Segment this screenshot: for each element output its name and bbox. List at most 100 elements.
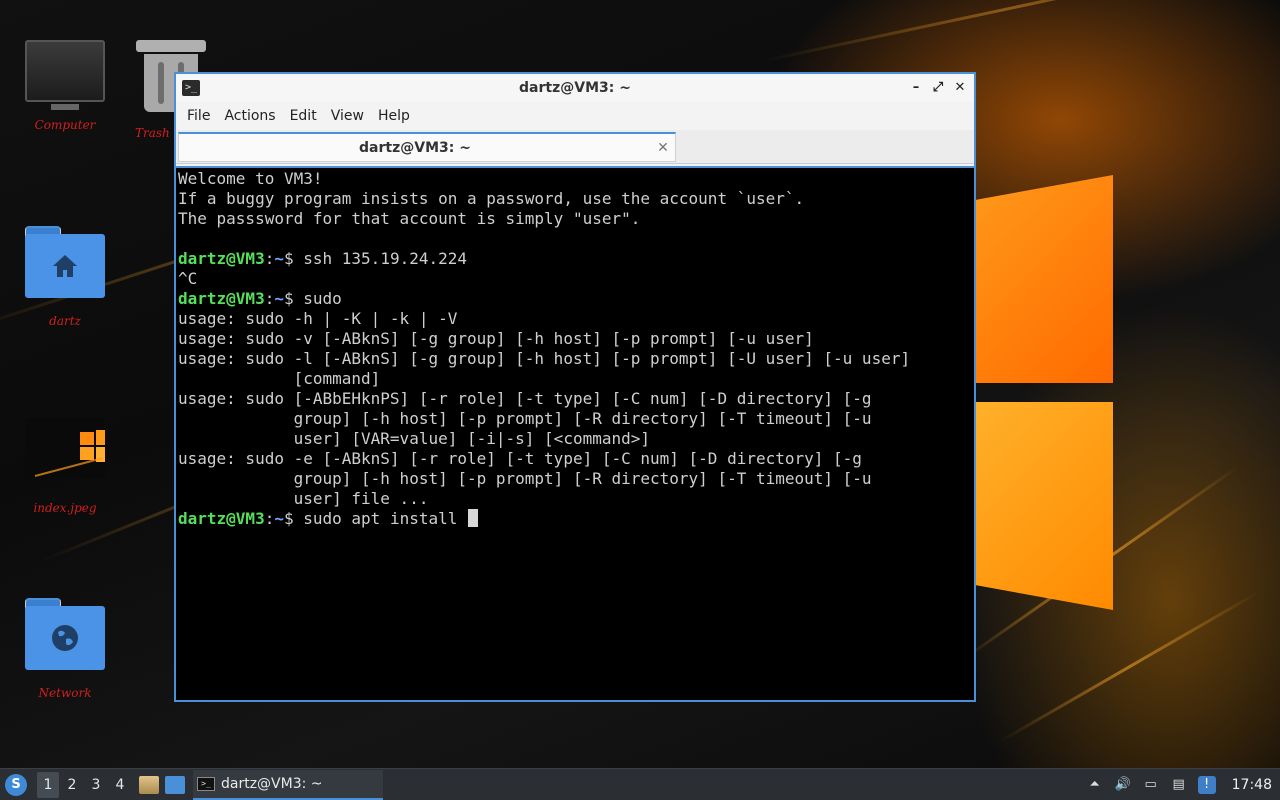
output-text: usage: sudo -v [-ABknS] [-g group] [-h h… [178,329,814,348]
prompt-separator: : [264,289,275,308]
terminal-line: Welcome to VM3! [178,169,974,189]
tab-close-icon[interactable]: ✕ [651,140,675,156]
menu-actions[interactable]: Actions [217,108,282,124]
workspace-1[interactable]: 1 [37,771,59,798]
taskbar-terminal-title: dartz@VM3: ~ [221,775,323,792]
terminal-prompt-line: dartz@VM3:~$ sudo apt install [178,509,974,529]
network-icon[interactable]: ▭ [1142,776,1160,794]
workspace-2[interactable]: 2 [61,772,83,798]
terminal-line: [command] [178,369,974,389]
menu-edit[interactable]: Edit [283,108,324,124]
image-file-icon [25,418,110,478]
window-title: dartz@VM3: ~ [519,80,631,96]
tab-bar: dartz@VM3: ~ ✕ [176,130,974,164]
terminal-app-icon[interactable]: >_ [182,80,200,96]
menu-bar: File Actions Edit View Help [176,102,974,130]
terminal-line: usage: sudo -l [-ABknS] [-g group] [-h h… [178,349,974,369]
globe-icon [52,625,78,651]
terminal-task-icon: >_ [197,776,215,791]
prompt-user: dartz@VM3 [178,289,265,308]
file-manager-launcher-icon[interactable] [139,775,159,794]
windows-logo-pane-top [975,175,1113,383]
output-text: user] file ... [178,489,429,508]
terminal-line: usage: sudo -e [-ABknS] [-r role] [-t ty… [178,449,974,469]
maximize-button[interactable]: ⤢ [930,80,946,96]
prompt-path: ~ [274,289,284,308]
prompt-path: ~ [274,249,284,268]
desktop-icon-label: dartz [49,314,81,328]
output-text: group] [-h host] [-p prompt] [-R directo… [178,469,872,488]
network-folder-icon [25,598,105,670]
output-text: usage: sudo [-ABbEHknPS] [-r role] [-t t… [178,389,872,408]
terminal-line: usage: sudo -v [-ABknS] [-g group] [-h h… [178,329,974,349]
taskbar-terminal-button[interactable]: >_ dartz@VM3: ~ [193,769,383,800]
system-tray: ⏶ 🔊 ▭ ▤ ! 17:48 [1086,775,1272,794]
terminal-line: If a buggy program insists on a password… [178,189,974,209]
show-desktop-icon[interactable] [165,775,185,794]
taskbar: S 1 2 3 4 >_ dartz@VM3: ~ ⏶ 🔊 ▭ ▤ ! 17:4… [0,768,1280,800]
terminal-line: usage: sudo [-ABbEHknPS] [-r role] [-t t… [178,389,974,409]
output-text: ^C [178,269,198,288]
output-text: user] [VAR=value] [-i|-s] [<command>] [178,429,651,448]
desktop-icon-home-folder[interactable]: dartz [15,226,115,328]
terminal-prompt-line: dartz@VM3:~$ sudo [178,289,974,309]
prompt-path: ~ [274,509,284,528]
window-titlebar[interactable]: >_ dartz@VM3: ~ – ⤢ ✕ [176,74,974,102]
clock[interactable]: 17:48 [1232,777,1272,793]
prompt-user: dartz@VM3 [178,249,265,268]
menu-view[interactable]: View [324,108,371,124]
desktop-icon-computer[interactable]: Computer [15,40,115,132]
prompt-dollar: $ [283,509,304,528]
output-text: usage: sudo -l [-ABknS] [-g group] [-h h… [178,349,911,368]
output-text: usage: sudo -h | -K | -k | -V [178,309,458,328]
tray-expand-icon[interactable]: ⏶ [1086,776,1104,794]
output-text: Welcome to VM3! [178,169,323,188]
computer-icon [25,40,105,110]
prompt-separator: : [264,249,275,268]
prompt-dollar: $ [283,249,304,268]
terminal-output[interactable]: Welcome to VM3! If a buggy program insist… [176,166,974,700]
command-text: ssh 135.19.24.224 [303,249,468,268]
menu-file[interactable]: File [180,108,217,124]
tab-title: dartz@VM3: ~ [359,139,471,156]
terminal-tab[interactable]: dartz@VM3: ~ ✕ [178,132,676,162]
workspace-4[interactable]: 4 [109,772,131,798]
terminal-line: ^C [178,269,974,289]
terminal-line: The passsword for that account is simply… [178,209,974,229]
terminal-prompt-line: dartz@VM3:~$ ssh 135.19.24.224 [178,249,974,269]
update-notifier-icon[interactable]: ! [1197,775,1216,794]
terminal-line: group] [-h host] [-p prompt] [-R directo… [178,409,974,429]
prompt-separator: : [264,509,275,528]
command-text: sudo [303,289,342,308]
terminal-line: usage: sudo -h | -K | -k | -V [178,309,974,329]
clipboard-icon[interactable]: ▤ [1170,776,1188,794]
output-text: If a buggy program insists on a password… [178,189,805,208]
terminal-line: user] file ... [178,489,974,509]
desktop-icon-label: Network [38,686,92,700]
workspace-3[interactable]: 3 [85,772,107,798]
windows-logo-pane-bottom [975,402,1113,610]
text-cursor [468,509,479,527]
desktop-icon-network[interactable]: Network [15,598,115,700]
prompt-dollar: $ [283,289,304,308]
start-menu-icon[interactable]: S [5,773,27,796]
output-text: group] [-h host] [-p prompt] [-R directo… [178,409,872,428]
desktop-icon-label: Computer [34,118,96,132]
minimize-button[interactable]: – [908,80,924,96]
desktop-icon-index-jpeg[interactable]: index.jpeg [15,418,115,515]
home-folder-icon [25,226,105,298]
prompt-user: dartz@VM3 [178,509,265,528]
menu-help[interactable]: Help [371,108,417,124]
desktop-icon-label: index.jpeg [33,501,97,515]
volume-icon[interactable]: 🔊 [1114,776,1132,794]
terminal-window[interactable]: >_ dartz@VM3: ~ – ⤢ ✕ File Actions Edit … [174,72,976,702]
command-text: sudo apt install [303,509,468,528]
output-text: The passsword for that account is simply… [178,209,641,228]
output-text: [command] [178,369,381,388]
terminal-line: user] [VAR=value] [-i|-s] [<command>] [178,429,974,449]
output-text: usage: sudo -e [-ABknS] [-r role] [-t ty… [178,449,862,468]
terminal-line: group] [-h host] [-p prompt] [-R directo… [178,469,974,489]
close-button[interactable]: ✕ [952,80,968,96]
home-icon [53,255,77,277]
